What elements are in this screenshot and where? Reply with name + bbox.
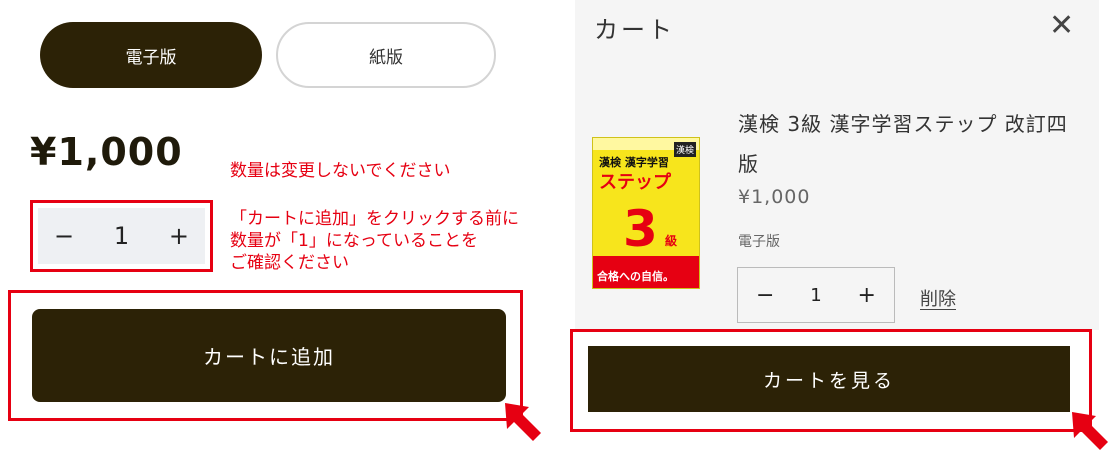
cover-band: 合格への自信。	[593, 256, 699, 288]
cart-item-delete-link[interactable]: 削除	[920, 285, 956, 311]
annotation-line: 数量が「1」になっていることを	[230, 231, 478, 251]
cart-quantity-decrease-button[interactable]: −	[756, 283, 774, 308]
product-price: ¥1,000	[30, 130, 183, 174]
quantity-increase-button[interactable]: +	[169, 222, 189, 250]
cover-band-text: 合格への自信。	[597, 270, 674, 283]
format-paper-button[interactable]: 紙版	[276, 22, 496, 88]
book-cover-image: 漢検 漢検 漢字学習 ステップ 3 級 合格への自信。	[592, 137, 700, 289]
annotation-note-qty: 数量は変更しないでください	[230, 161, 451, 181]
pointer-arrow-icon	[505, 403, 541, 441]
cart-item-format: 電子版	[738, 234, 780, 250]
cart-quantity-increase-button[interactable]: +	[858, 283, 876, 308]
add-to-cart-button[interactable]: カートに追加	[32, 309, 506, 402]
cover-grade-number: 3	[623, 200, 658, 258]
pointer-arrow-icon	[1072, 412, 1108, 450]
cart-drawer-title: カート	[594, 16, 675, 44]
format-ebook-button[interactable]: 電子版	[40, 22, 262, 88]
view-cart-button[interactable]: カートを見る	[588, 346, 1070, 412]
quantity-value[interactable]: 1	[114, 222, 129, 250]
annotation-line: ご確認ください	[230, 253, 349, 273]
annotation-line: 「カートに追加」をクリックする前に	[230, 209, 519, 229]
cart-quantity-value[interactable]: 1	[810, 285, 821, 306]
annotation-note-confirm: 「カートに追加」をクリックする前に 数量が「1」になっていることを ご確認くださ…	[230, 208, 519, 274]
cart-quantity-stepper: − 1 +	[737, 267, 895, 323]
cart-item-title[interactable]: 漢検 3級 漢字学習ステップ 改訂四版	[738, 104, 1068, 184]
quantity-decrease-button[interactable]: −	[54, 222, 74, 250]
close-icon[interactable]: ✕	[1049, 10, 1074, 42]
cover-grade-kyu: 級	[665, 234, 678, 248]
cover-title-line2: ステップ	[599, 172, 671, 193]
cart-item-price: ¥1,000	[738, 186, 811, 208]
cover-kanken-mark: 漢検	[673, 142, 696, 157]
quantity-stepper: − 1 +	[38, 208, 205, 264]
